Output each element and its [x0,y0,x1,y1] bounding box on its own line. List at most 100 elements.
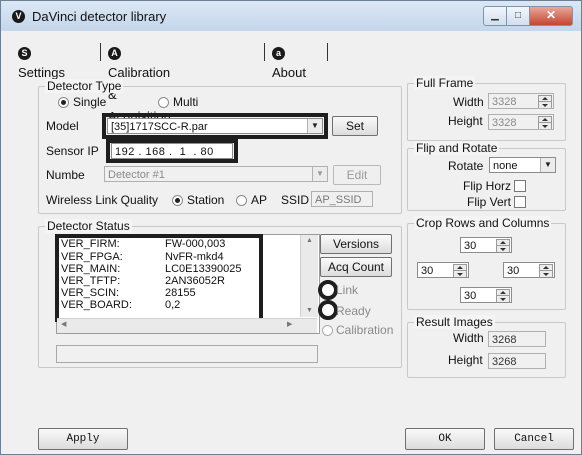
status-value: NvFR-mkd4 [165,251,224,263]
close-button[interactable]: ✕ [529,6,573,26]
vertical-scrollbar[interactable]: ▲ ▼ [300,235,318,317]
result-width-field[interactable]: 3268 [488,331,546,347]
scroll-up-arrow-icon[interactable]: ▲ [301,237,318,244]
multi-label: Multi [173,95,199,109]
ap-radio[interactable] [236,195,247,206]
single-radio[interactable] [58,97,69,108]
station-radio[interactable] [172,195,183,206]
chevron-down-icon[interactable]: ▼ [312,167,327,181]
status-key: VER_FIRM: [61,238,120,250]
flip-horz-checkbox[interactable] [514,180,526,192]
result-height-field[interactable]: 3268 [488,353,546,369]
crop-top-field[interactable]: 30 [460,237,512,253]
cancel-button-label: Cancel [514,433,554,445]
window-title: DaVinci detector library [32,9,167,24]
tab-separator [100,43,101,61]
rotate-select[interactable]: none ▼ [489,157,556,173]
ssid-value: AP_SSID [315,194,362,206]
detector-number-select[interactable]: Detector #1 ▼ [104,166,328,182]
ok-button-label: OK [438,433,452,445]
tab-separator [327,43,328,61]
multi-radio[interactable] [158,97,169,108]
horizontal-scrollbar[interactable]: ◀ ▶ [57,318,317,333]
cancel-button[interactable]: Cancel [494,428,574,450]
crop-right-field[interactable]: 30 [503,262,555,278]
ip-octet-4: 80 [200,146,214,158]
single-label: Single [73,95,107,109]
full-frame-height-label: Height [448,114,483,128]
status-value: 2AN36052R [165,275,225,287]
model-select[interactable]: [35]1717SCC-R.par ▼ [107,118,323,134]
title-bar[interactable]: V DaVinci detector library ▁ □ ✕ [1,1,581,31]
rotate-value: none [493,160,518,172]
status-value: 0,2 [165,299,181,311]
status-message-field [56,345,318,363]
result-height-label: Height [448,353,483,367]
status-key: VER_BOARD: [61,299,132,311]
crop-left-field[interactable]: 30 [417,262,469,278]
versions-button-label: Versions [332,237,380,251]
ready-indicator [318,300,338,320]
link-label: Link [336,283,359,297]
chevron-down-icon[interactable]: ▼ [540,158,555,172]
result-width-label: Width [453,331,484,345]
crop-top-value: 30 [464,240,477,252]
tab-settings-label: Settings [18,65,65,80]
ready-label: Ready [336,304,371,318]
link-indicator [318,280,338,300]
flip-vert-checkbox[interactable] [514,196,526,208]
versions-button[interactable]: Versions [320,234,392,254]
full-frame-width-field[interactable]: 3328 [488,93,554,109]
full-frame-group: Full Frame [407,76,566,141]
full-frame-height-value: 3328 [492,117,517,129]
result-images-title: Result Images [414,315,495,329]
spinner-icon[interactable] [538,116,552,129]
edit-button[interactable]: Edit [333,165,381,185]
ssid-field[interactable]: AP_SSID [311,191,373,207]
flip-horz-label: Flip Horz [463,179,512,193]
result-height-value: 3268 [492,356,517,368]
full-frame-height-field[interactable]: 3328 [488,114,554,130]
ok-button[interactable]: OK [405,428,485,450]
spinner-icon[interactable] [538,95,552,108]
flip-vert-label: Flip Vert [467,195,512,209]
spinner-icon[interactable] [539,264,553,277]
status-key: VER_SCIN: [61,287,120,299]
apply-button-label: Apply [66,433,100,445]
rotate-label: Rotate [448,159,484,173]
tab-about[interactable]: a About [272,40,306,80]
acq-count-button-label: Acq Count [327,260,385,274]
maximize-button[interactable]: □ [506,6,530,26]
spinner-icon[interactable] [453,264,467,277]
spinner-icon[interactable] [496,289,510,302]
ssid-label: SSID [281,193,310,207]
tab-calibration-acquisition[interactable]: ACalibration & Acquisition [108,40,171,124]
ip-octet-3: 1 [179,146,187,158]
crop-title: Crop Rows and Columns [414,216,552,230]
about-tab-icon: a [272,47,285,60]
status-value: 28155 [165,287,196,299]
acq-count-button[interactable]: Acq Count [320,257,392,277]
tab-separator [264,43,265,61]
scroll-left-arrow-icon[interactable]: ◀ [61,320,66,328]
spinner-icon[interactable] [496,239,510,252]
tab-settings[interactable]: S Settings [18,40,65,80]
settings-tab-icon: S [18,47,31,60]
sensor-ip-field[interactable]: 192 . 168 . 1 . 80 [111,143,233,159]
detector-status-title: Detector Status [45,219,132,233]
set-button[interactable]: Set [332,116,378,136]
status-key: VER_MAIN: [61,263,121,275]
chevron-down-icon[interactable]: ▼ [307,119,322,133]
crop-right-value: 30 [507,265,520,277]
ip-octet-1: 192 [115,146,135,158]
crop-bottom-value: 30 [464,290,477,302]
calibration-label: Calibration [336,323,394,337]
crop-bottom-field[interactable]: 30 [460,287,512,303]
scroll-right-arrow-icon[interactable]: ▶ [287,320,292,328]
minimize-button[interactable]: ▁ [483,6,507,26]
app-logo-icon: V [12,10,25,23]
scroll-down-arrow-icon[interactable]: ▼ [301,307,318,314]
apply-button[interactable]: Apply [38,428,128,450]
detector-number-value: Detector #1 [108,169,165,181]
wireless-link-label: Wireless Link Quality [46,193,159,207]
